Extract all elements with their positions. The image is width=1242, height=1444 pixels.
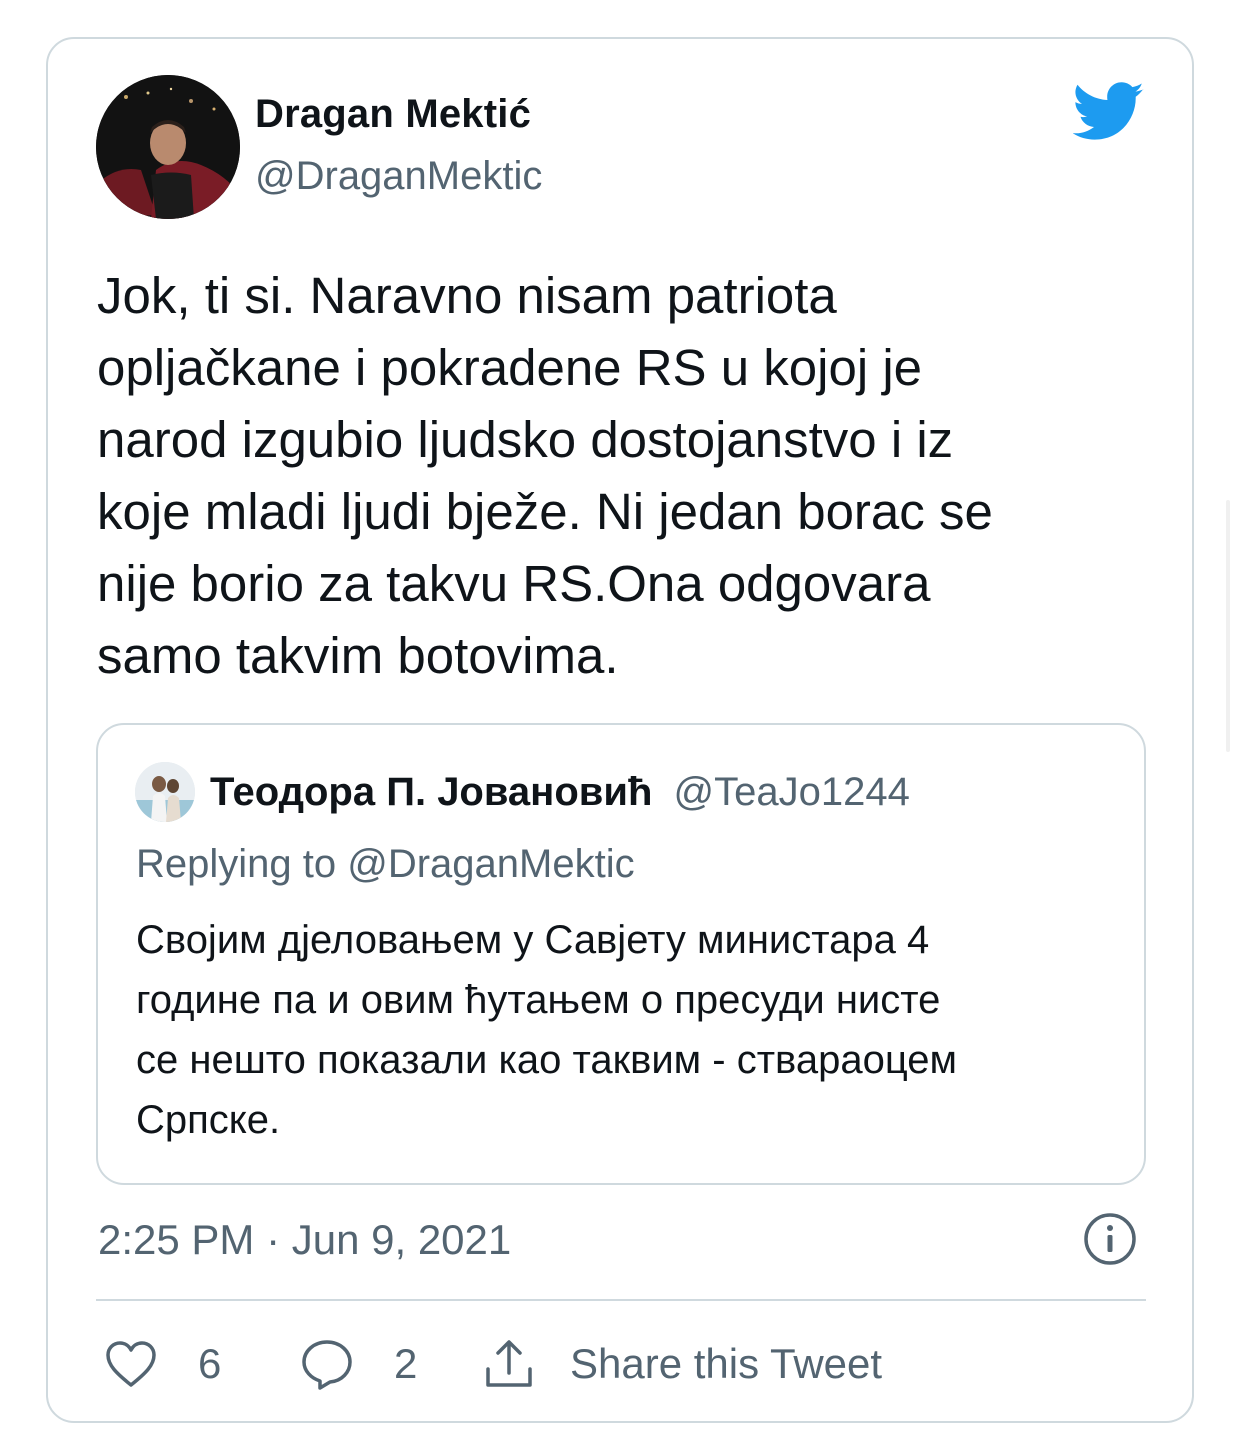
tweet-text-line: nije borio za takvu RS.Ona odgovara [97, 555, 931, 612]
quoted-author-name[interactable]: Теодора П. Јовановић [210, 770, 652, 814]
heart-icon [104, 1339, 158, 1389]
quoted-text-line: Својим дјеловањем у Савјету министара 4 [136, 918, 930, 962]
tweet-timestamp[interactable]: 2:25 PM · Jun 9, 2021 [98, 1216, 511, 1264]
share-button[interactable]: Share this Tweet [482, 1336, 882, 1392]
scrollbar[interactable] [1226, 500, 1230, 752]
replying-to: Replying to @DraganMektic [136, 842, 635, 887]
quoted-author-avatar[interactable] [135, 762, 195, 822]
tweet-text-line: koje mladi ljudi bježe. Ni jedan borac s… [97, 483, 993, 540]
quoted-text-line: се нешто показали као таквим - ствараоце… [136, 1038, 958, 1082]
author-name[interactable]: Dragan Mektić [255, 92, 531, 137]
like-button[interactable]: 6 [104, 1336, 221, 1392]
replying-to-prefix: Replying to [136, 842, 348, 886]
reply-bubble-icon [300, 1337, 354, 1391]
quoted-header: Теодора П. Јовановић @TeaJo1244 [210, 770, 910, 815]
tweet-text-line: samo takvim botovima. [97, 627, 619, 684]
tweet-text: Jok, ti si. Naravno nisam patriota oplja… [97, 260, 1157, 692]
info-icon[interactable] [1083, 1212, 1137, 1266]
quoted-author-handle[interactable]: @TeaJo1244 [674, 770, 910, 814]
divider [96, 1299, 1146, 1301]
replying-to-handle[interactable]: @DraganMektic [347, 842, 634, 886]
author-handle[interactable]: @DraganMektic [255, 154, 542, 199]
quoted-text-line: године па и овим ћутањем о пресуди нисте [136, 978, 941, 1022]
tweet-text-line: narod izgubio ljudsko dostojanstvo i iz [97, 411, 954, 468]
like-count: 6 [198, 1340, 222, 1387]
author-avatar[interactable] [96, 75, 240, 219]
twitter-bird-icon[interactable] [1072, 82, 1145, 142]
share-label: Share this Tweet [570, 1340, 883, 1387]
quoted-text-line: Српске. [136, 1098, 281, 1142]
tweet-text-line: opljačkane i pokradene RS u kojoj je [97, 339, 923, 396]
quoted-text: Својим дјеловањем у Савјету министара 4 … [136, 910, 1126, 1150]
reply-button[interactable]: 2 [300, 1336, 417, 1392]
share-icon [482, 1337, 536, 1391]
reply-count: 2 [394, 1340, 418, 1387]
tweet-text-line: Jok, ti si. Naravno nisam patriota [97, 267, 837, 324]
